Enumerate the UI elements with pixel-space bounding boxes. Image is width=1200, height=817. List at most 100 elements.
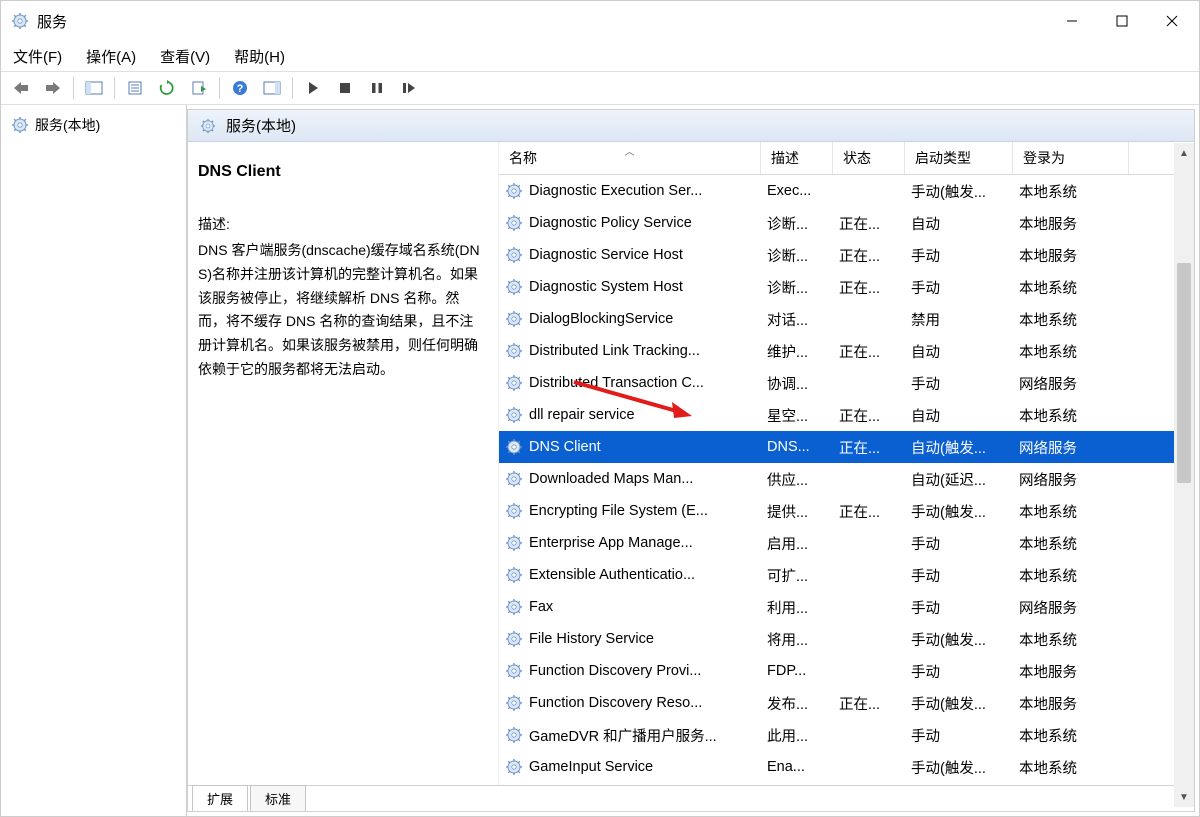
scroll-down-icon[interactable]: ▼ xyxy=(1174,787,1194,807)
stop-service-button[interactable] xyxy=(331,75,359,101)
maximize-button[interactable] xyxy=(1097,2,1147,40)
service-name: GameDVR 和广播用户服务... xyxy=(529,725,717,746)
service-row[interactable]: dll repair service星空...正在...自动本地系统 xyxy=(499,399,1194,431)
service-logon: 本地系统 xyxy=(1013,725,1129,746)
gear-icon xyxy=(505,662,523,680)
properties-button[interactable] xyxy=(121,75,149,101)
nav-forward-button[interactable] xyxy=(39,75,67,101)
service-row[interactable]: GameDVR 和广播用户服务...此用...手动本地系统 xyxy=(499,719,1194,751)
service-desc: 对话... xyxy=(761,309,833,330)
service-startup: 禁用 xyxy=(905,309,1013,330)
vertical-scrollbar[interactable]: ▲ ▼ xyxy=(1174,143,1194,807)
service-name: Encrypting File System (E... xyxy=(529,503,708,519)
service-row[interactable]: Diagnostic Service Host诊断...正在...手动本地服务 xyxy=(499,239,1194,271)
service-state: 正在... xyxy=(833,437,905,458)
column-header-logon[interactable]: 登录为 xyxy=(1013,142,1129,174)
service-name: dll repair service xyxy=(529,407,635,423)
service-row[interactable]: File History Service 将用... 手动(触发...本地系统 xyxy=(499,623,1194,655)
service-startup: 自动 xyxy=(905,405,1013,426)
service-row[interactable]: Distributed Link Tracking...维护...正在...自动… xyxy=(499,335,1194,367)
tree-item-services-local[interactable]: 服务(本地) xyxy=(5,111,182,139)
service-name: Distributed Link Tracking... xyxy=(529,343,700,359)
service-row[interactable]: DialogBlockingService对话...禁用本地系统 xyxy=(499,303,1194,335)
service-desc: Ena... xyxy=(761,759,833,775)
column-header-description[interactable]: 描述 xyxy=(761,142,833,174)
scroll-up-icon[interactable]: ▲ xyxy=(1174,143,1194,163)
pause-service-button[interactable] xyxy=(363,75,391,101)
service-startup: 手动(触发... xyxy=(905,629,1013,650)
nav-back-button[interactable] xyxy=(7,75,35,101)
service-logon: 网络服务 xyxy=(1013,597,1129,618)
menu-view[interactable]: 查看(V) xyxy=(160,46,210,67)
refresh-button[interactable] xyxy=(153,75,181,101)
menu-action[interactable]: 操作(A) xyxy=(86,46,136,67)
service-logon: 本地系统 xyxy=(1013,501,1129,522)
gear-icon xyxy=(505,438,523,456)
column-header-state[interactable]: 状态 xyxy=(833,142,905,174)
gear-icon xyxy=(505,246,523,264)
column-header-startup[interactable]: 启动类型 xyxy=(905,142,1013,174)
service-desc: 提供... xyxy=(761,501,833,522)
titlebar: 服务 xyxy=(1,1,1199,41)
service-row[interactable]: Diagnostic Policy Service诊断...正在...自动本地服… xyxy=(499,207,1194,239)
service-row[interactable]: Encrypting File System (E...提供...正在...手动… xyxy=(499,495,1194,527)
service-state: 正在... xyxy=(833,405,905,426)
menu-file[interactable]: 文件(F) xyxy=(13,46,62,67)
tab-standard[interactable]: 标准 xyxy=(250,785,306,811)
service-logon: 本地系统 xyxy=(1013,341,1129,362)
gear-icon xyxy=(505,726,523,744)
detail-pane: DNS Client 描述: DNS 客户端服务(dnscache)缓存域名系统… xyxy=(188,142,498,785)
service-state: 正在... xyxy=(833,213,905,234)
service-row[interactable]: Function Discovery Provi...FDP...手动本地服务 xyxy=(499,655,1194,687)
gear-icon xyxy=(505,406,523,424)
gear-icon xyxy=(505,694,523,712)
gear-icon xyxy=(505,534,523,552)
action-pane-button[interactable] xyxy=(258,75,286,101)
service-name: File History Service xyxy=(529,631,654,647)
service-row[interactable]: DNS ClientDNS...正在...自动(触发...网络服务 xyxy=(499,431,1194,463)
service-desc: 将用... xyxy=(761,629,833,650)
service-desc: Exec... xyxy=(761,183,833,199)
service-startup: 自动 xyxy=(905,341,1013,362)
description-body: DNS 客户端服务(dnscache)缓存域名系统(DNS)名称并注册该计算机的… xyxy=(198,239,480,382)
service-logon: 网络服务 xyxy=(1013,373,1129,394)
menu-help[interactable]: 帮助(H) xyxy=(234,46,285,67)
service-logon: 本地系统 xyxy=(1013,757,1129,778)
minimize-button[interactable] xyxy=(1047,2,1097,40)
tab-extended[interactable]: 扩展 xyxy=(192,785,248,811)
service-row[interactable]: Fax利用...手动网络服务 xyxy=(499,591,1194,623)
service-row[interactable]: Function Discovery Reso...发布...正在...手动(触… xyxy=(499,687,1194,719)
service-name: Extensible Authenticatio... xyxy=(529,567,695,583)
service-row[interactable]: GameInput ServiceEna...手动(触发...本地系统 xyxy=(499,751,1194,783)
service-logon: 本地系统 xyxy=(1013,629,1129,650)
column-header-name[interactable]: 名称︿ xyxy=(499,142,761,174)
svg-text:?: ? xyxy=(237,83,244,95)
service-row[interactable]: Distributed Transaction C...协调...手动网络服务 xyxy=(499,367,1194,399)
service-row[interactable]: Downloaded Maps Man...供应...自动(延迟...网络服务 xyxy=(499,463,1194,495)
service-name: Distributed Transaction C... xyxy=(529,375,704,391)
service-name: Fax xyxy=(529,599,553,615)
start-service-button[interactable] xyxy=(299,75,327,101)
gear-icon xyxy=(505,214,523,232)
close-button[interactable] xyxy=(1147,2,1197,40)
description-label: 描述: xyxy=(198,213,480,237)
service-name: Diagnostic Execution Ser... xyxy=(529,183,702,199)
main-pane: 服务(本地) DNS Client 描述: DNS 客户端服务(dnscache… xyxy=(187,109,1195,812)
service-logon: 网络服务 xyxy=(1013,469,1129,490)
export-list-button[interactable] xyxy=(185,75,213,101)
restart-service-button[interactable] xyxy=(395,75,423,101)
gear-icon xyxy=(505,182,523,200)
help-button[interactable]: ? xyxy=(226,75,254,101)
scroll-thumb[interactable] xyxy=(1177,263,1191,483)
service-row[interactable]: Extensible Authenticatio...可扩...手动本地系统 xyxy=(499,559,1194,591)
service-startup: 手动 xyxy=(905,597,1013,618)
column-headers: 名称︿ 描述 状态 启动类型 登录为 xyxy=(499,142,1194,175)
show-hide-tree-button[interactable] xyxy=(80,75,108,101)
gear-icon xyxy=(505,374,523,392)
gear-icon xyxy=(505,470,523,488)
service-name: DNS Client xyxy=(529,439,601,455)
service-row[interactable]: Diagnostic System Host诊断...正在...手动本地系统 xyxy=(499,271,1194,303)
service-row[interactable]: Enterprise App Manage...启用...手动本地系统 xyxy=(499,527,1194,559)
service-desc: 发布... xyxy=(761,693,833,714)
service-row[interactable]: Diagnostic Execution Ser...Exec...手动(触发.… xyxy=(499,175,1194,207)
